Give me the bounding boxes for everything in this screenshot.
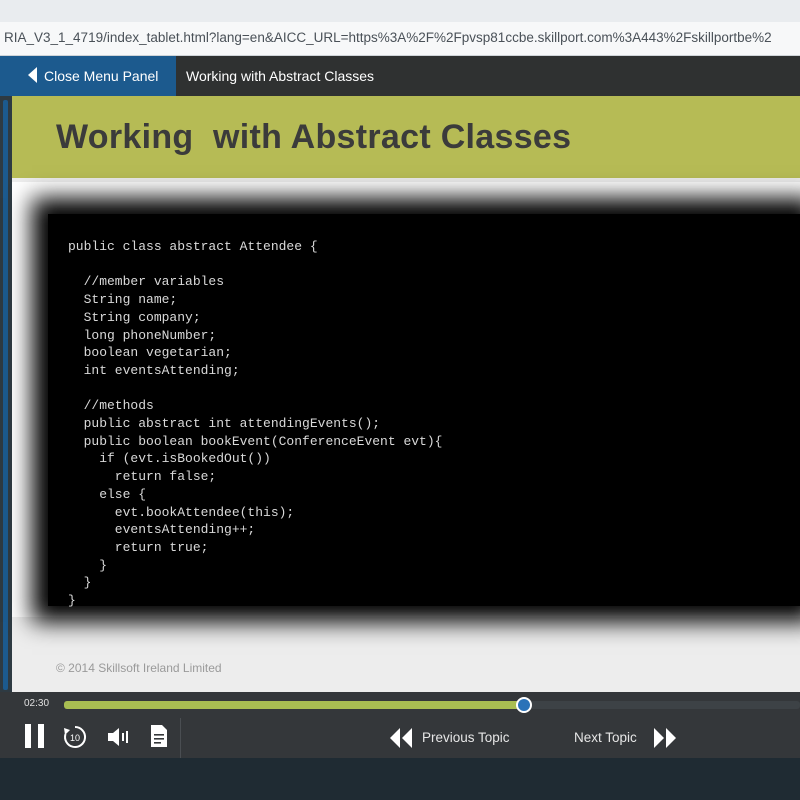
controls-divider bbox=[180, 718, 181, 758]
menu-panel-rail bbox=[0, 96, 12, 696]
progress-fill bbox=[64, 701, 524, 709]
volume-icon[interactable] bbox=[106, 726, 130, 748]
progress-handle[interactable] bbox=[516, 697, 532, 713]
rail-scrollbar[interactable] bbox=[3, 100, 8, 690]
slide-title: Working with Abstract Classes bbox=[56, 118, 572, 156]
progress-bar[interactable] bbox=[64, 697, 800, 713]
close-menu-panel-button[interactable]: Close Menu Panel bbox=[0, 56, 176, 96]
control-buttons: 10 Previous Topic Next Topic bbox=[0, 718, 800, 758]
next-topic-label: Next Topic bbox=[574, 730, 637, 745]
copyright-notice: © 2014 Skillsoft Ireland Limited bbox=[56, 661, 222, 675]
pause-icon[interactable] bbox=[24, 724, 46, 748]
elapsed-time: 02:30 bbox=[24, 698, 50, 709]
course-nav-bar: Close Menu Panel Working with Abstract C… bbox=[0, 56, 800, 96]
browser-tab-strip bbox=[0, 0, 800, 22]
address-bar[interactable]: RIA_V3_1_4719/index_tablet.html?lang=en&… bbox=[0, 22, 800, 56]
close-menu-panel-label: Close Menu Panel bbox=[44, 68, 159, 84]
code-sample: public class abstract Attendee { //membe… bbox=[68, 239, 443, 609]
page-footer-strip bbox=[0, 758, 800, 800]
player-controls: 02:30 10 Previous Topic Next Topic bbox=[0, 692, 800, 758]
code-panel: public class abstract Attendee { //membe… bbox=[48, 214, 800, 608]
replay-10-icon[interactable]: 10 bbox=[62, 724, 88, 750]
url-text[interactable]: RIA_V3_1_4719/index_tablet.html?lang=en&… bbox=[4, 30, 772, 45]
transcript-icon[interactable] bbox=[149, 724, 169, 748]
topic-title: Working with Abstract Classes bbox=[186, 68, 375, 84]
slide-content: Working with Abstract Classes public cla… bbox=[12, 96, 800, 692]
previous-topic-label: Previous Topic bbox=[422, 730, 510, 745]
svg-text:10: 10 bbox=[70, 733, 80, 743]
chevron-left-icon bbox=[28, 67, 37, 83]
double-chevron-right-icon bbox=[654, 728, 676, 748]
slide-title-band: Working with Abstract Classes bbox=[12, 96, 800, 178]
double-chevron-left-icon bbox=[390, 728, 412, 748]
